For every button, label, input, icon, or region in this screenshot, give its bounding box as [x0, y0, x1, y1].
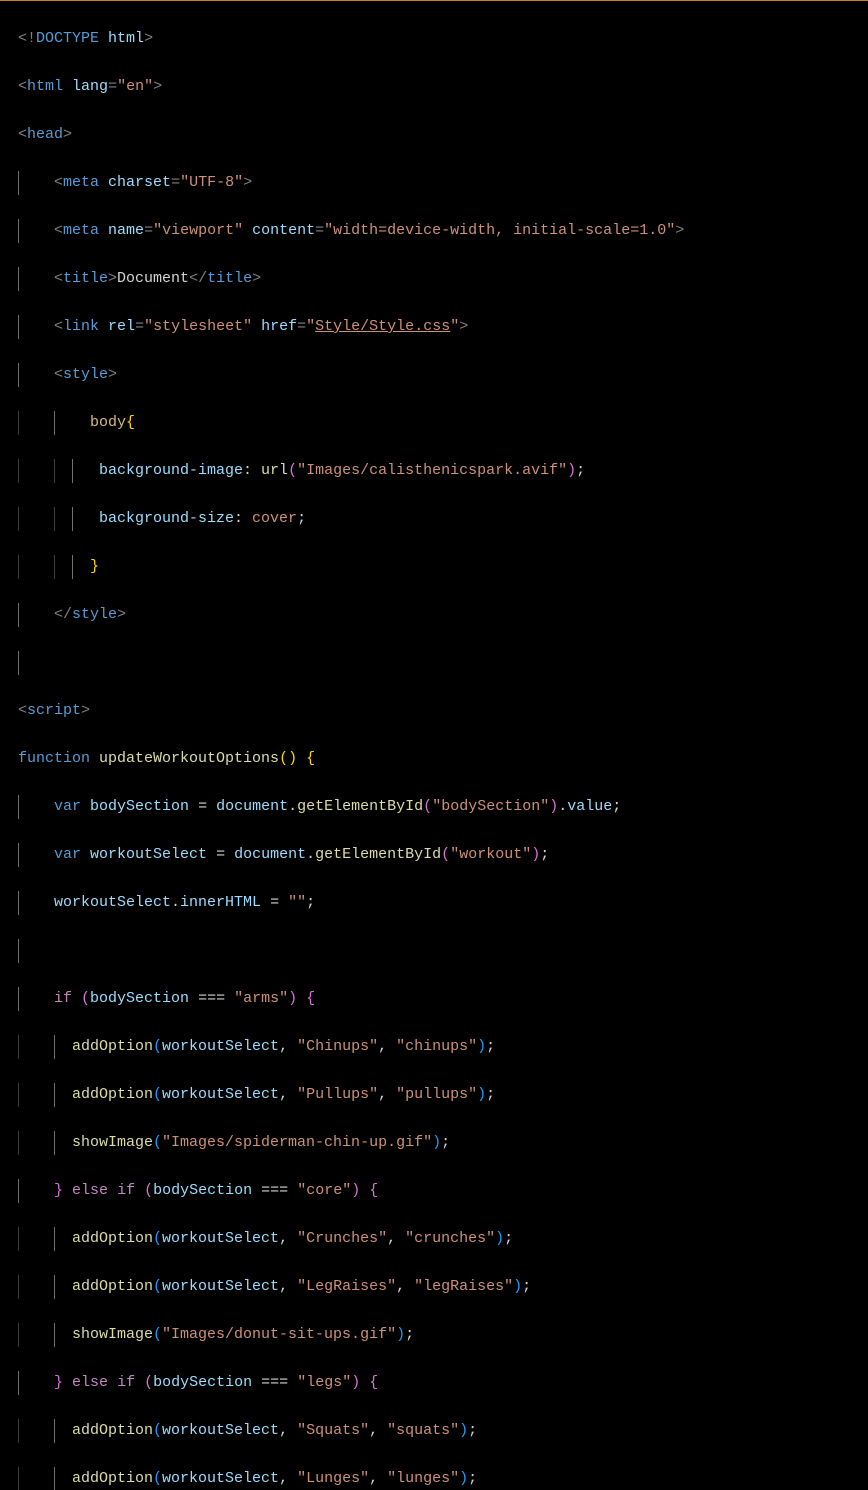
punct: <!: [18, 30, 36, 47]
code-line[interactable]: var workoutSelect = document.getElementB…: [18, 843, 868, 867]
code-line[interactable]: addOption(workoutSelect, "Squats", "squa…: [18, 1419, 868, 1443]
code-line[interactable]: <script>: [18, 699, 868, 723]
code-line[interactable]: body{: [18, 411, 868, 435]
code-line[interactable]: var bodySection = document.getElementByI…: [18, 795, 868, 819]
code-line[interactable]: <html lang="en">: [18, 75, 868, 99]
code-line[interactable]: showImage("Images/spiderman-chin-up.gif"…: [18, 1131, 868, 1155]
doctype-attr: html: [108, 30, 144, 47]
code-line[interactable]: addOption(workoutSelect, "Crunches", "cr…: [18, 1227, 868, 1251]
code-line[interactable]: [18, 651, 868, 675]
punct: >: [144, 30, 153, 47]
code-line[interactable]: addOption(workoutSelect, "Pullups", "pul…: [18, 1083, 868, 1107]
code-line[interactable]: <head>: [18, 123, 868, 147]
code-line[interactable]: function updateWorkoutOptions() {: [18, 747, 868, 771]
code-line[interactable]: <meta charset="UTF-8">: [18, 171, 868, 195]
code-line[interactable]: background-image: url("Images/calistheni…: [18, 459, 868, 483]
code-line[interactable]: <!DOCTYPE html>: [18, 27, 868, 51]
code-line[interactable]: <title>Document</title>: [18, 267, 868, 291]
code-line[interactable]: <meta name="viewport" content="width=dev…: [18, 219, 868, 243]
code-line[interactable]: addOption(workoutSelect, "LegRaises", "l…: [18, 1275, 868, 1299]
code-line[interactable]: addOption(workoutSelect, "Chinups", "chi…: [18, 1035, 868, 1059]
code-line[interactable]: } else if (bodySection === "legs") {: [18, 1371, 868, 1395]
code-line[interactable]: </style>: [18, 603, 868, 627]
code-line[interactable]: if (bodySection === "arms") {: [18, 987, 868, 1011]
code-line[interactable]: } else if (bodySection === "core") {: [18, 1179, 868, 1203]
code-line[interactable]: }: [18, 555, 868, 579]
code-line[interactable]: background-size: cover;: [18, 507, 868, 531]
code-editor[interactable]: <!DOCTYPE html> <html lang="en"> <head> …: [0, 0, 868, 1490]
code-line[interactable]: showImage("Images/donut-sit-ups.gif");: [18, 1323, 868, 1347]
code-line[interactable]: [18, 939, 868, 963]
code-line[interactable]: <link rel="stylesheet" href="Style/Style…: [18, 315, 868, 339]
doctype: DOCTYPE: [36, 30, 99, 47]
code-line[interactable]: addOption(workoutSelect, "Lunges", "lung…: [18, 1467, 868, 1490]
code-line[interactable]: <style>: [18, 363, 868, 387]
code-line[interactable]: workoutSelect.innerHTML = "";: [18, 891, 868, 915]
